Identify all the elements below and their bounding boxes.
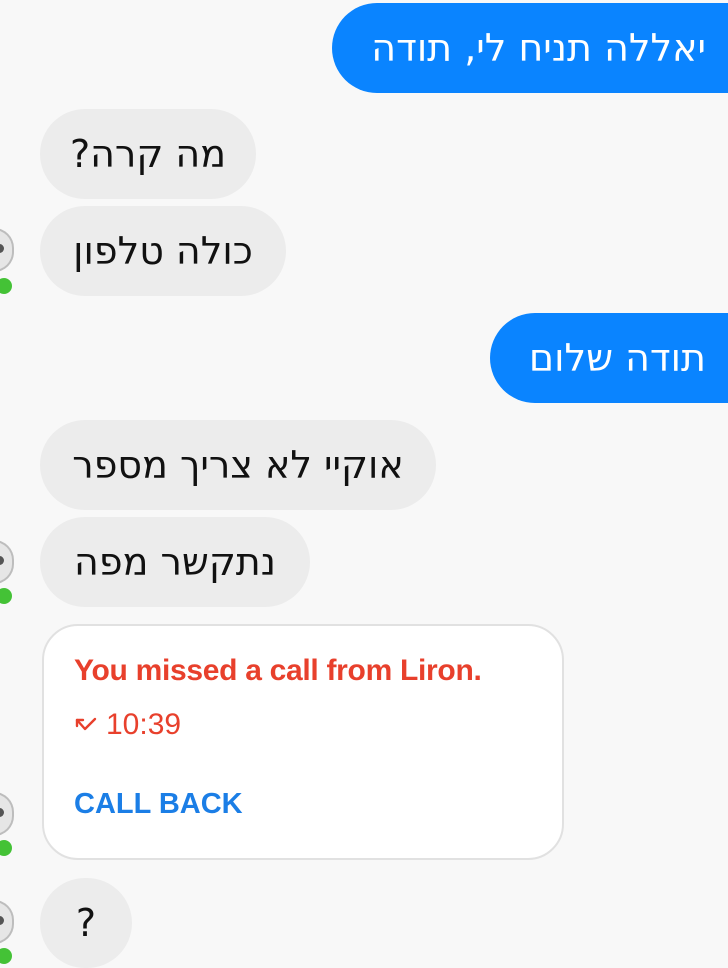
- online-status-dot: [0, 946, 14, 966]
- message-text: ?: [75, 901, 97, 945]
- message-text: מה קרה?: [69, 132, 227, 176]
- incoming-message[interactable]: כולה טלפון: [40, 206, 286, 296]
- incoming-message[interactable]: אוקיי לא צריך מספר: [40, 420, 436, 510]
- incoming-message[interactable]: נתקשר מפה: [40, 517, 310, 607]
- missed-call-time-row: 10:39: [74, 708, 181, 742]
- contact-avatar[interactable]: [0, 900, 14, 944]
- call-back-button[interactable]: CALL BACK: [74, 788, 243, 821]
- message-text: כולה טלפון: [73, 229, 253, 273]
- online-status-dot: [0, 838, 14, 858]
- message-text: אוקיי לא צריך מספר: [72, 443, 404, 487]
- missed-call-title: You missed a call from Liron.: [74, 654, 482, 687]
- message-text: תודה שלום: [528, 336, 706, 380]
- missed-call-card: You missed a call from Liron. 10:39 CALL…: [42, 624, 564, 860]
- outgoing-message[interactable]: תודה שלום: [490, 313, 728, 403]
- online-status-dot: [0, 276, 14, 296]
- incoming-message[interactable]: מה קרה?: [40, 109, 256, 199]
- contact-avatar[interactable]: [0, 792, 14, 836]
- message-text: יאללה תניח לי, תודה: [371, 26, 706, 70]
- incoming-message[interactable]: ?: [40, 878, 132, 968]
- outgoing-message[interactable]: יאללה תניח לי, תודה: [332, 3, 728, 93]
- online-status-dot: [0, 586, 14, 606]
- contact-avatar[interactable]: [0, 228, 14, 272]
- contact-avatar[interactable]: [0, 540, 14, 584]
- missed-call-arrow-icon: [75, 717, 97, 731]
- message-text: נתקשר מפה: [74, 540, 276, 584]
- missed-call-time: 10:39: [106, 708, 182, 741]
